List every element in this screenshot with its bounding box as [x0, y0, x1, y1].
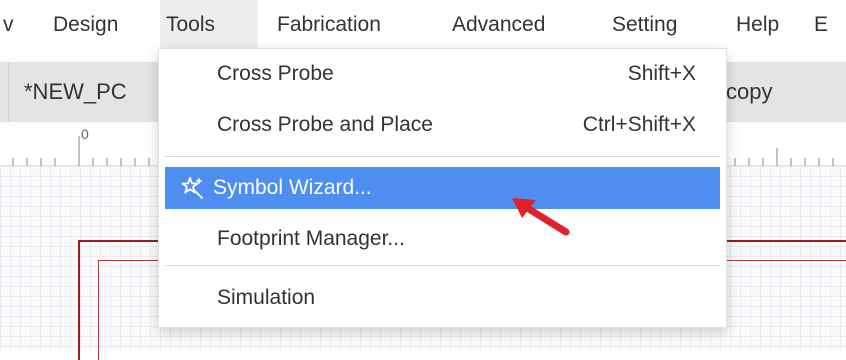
- tab-divider: [8, 62, 9, 122]
- menu-item-label: Simulation: [217, 286, 316, 309]
- ruler-zero-label: 0: [81, 126, 89, 142]
- menu-bar: v Design Tools Fabrication Advanced Sett…: [0, 0, 846, 48]
- magic-wand-icon: [181, 177, 203, 199]
- menu-item-label: Symbol Wizard...: [213, 176, 372, 199]
- menu-design[interactable]: Design: [47, 0, 124, 48]
- tab-new-pcb[interactable]: *NEW_PC: [24, 62, 127, 122]
- board-outline-top: [78, 240, 168, 242]
- tab-copy[interactable]: copy: [726, 62, 772, 122]
- menu-fabrication[interactable]: Fabrication: [271, 0, 387, 48]
- menu-tools[interactable]: Tools: [160, 0, 258, 48]
- menu-separator: [165, 156, 720, 157]
- menu-setting[interactable]: Setting: [606, 0, 683, 48]
- menu-advanced[interactable]: Advanced: [446, 0, 551, 48]
- menu-item-simulation[interactable]: Simulation: [165, 277, 720, 319]
- menu-item-cross-probe-and-place[interactable]: Cross Probe and Place Ctrl+Shift+X: [165, 104, 720, 146]
- menu-item-footprint-manager[interactable]: Footprint Manager...: [165, 218, 720, 260]
- menu-item-cross-probe[interactable]: Cross Probe Shift+X: [165, 53, 720, 95]
- menu-help[interactable]: Help: [730, 0, 785, 48]
- menu-item-symbol-wizard[interactable]: Symbol Wizard...: [165, 167, 720, 209]
- board-outline-top-right: [725, 240, 846, 242]
- board-outline-left: [78, 240, 80, 360]
- menu-separator: [165, 265, 720, 266]
- tools-dropdown-menu: Cross Probe Shift+X Cross Probe and Plac…: [158, 48, 727, 328]
- menu-item-label: Cross Probe and Place: [217, 113, 433, 136]
- menu-item-label: Footprint Manager...: [217, 227, 405, 250]
- menu-item-shortcut: Ctrl+Shift+X: [582, 113, 696, 136]
- menu-view[interactable]: v: [0, 0, 20, 48]
- menu-item-label: Cross Probe: [217, 62, 334, 85]
- annotation-arrow-icon: [512, 198, 570, 236]
- board-inner-top-right: [725, 260, 846, 261]
- menu-item-shortcut: Shift+X: [627, 62, 696, 85]
- board-inner-left: [98, 260, 99, 360]
- menu-more[interactable]: E: [808, 0, 834, 48]
